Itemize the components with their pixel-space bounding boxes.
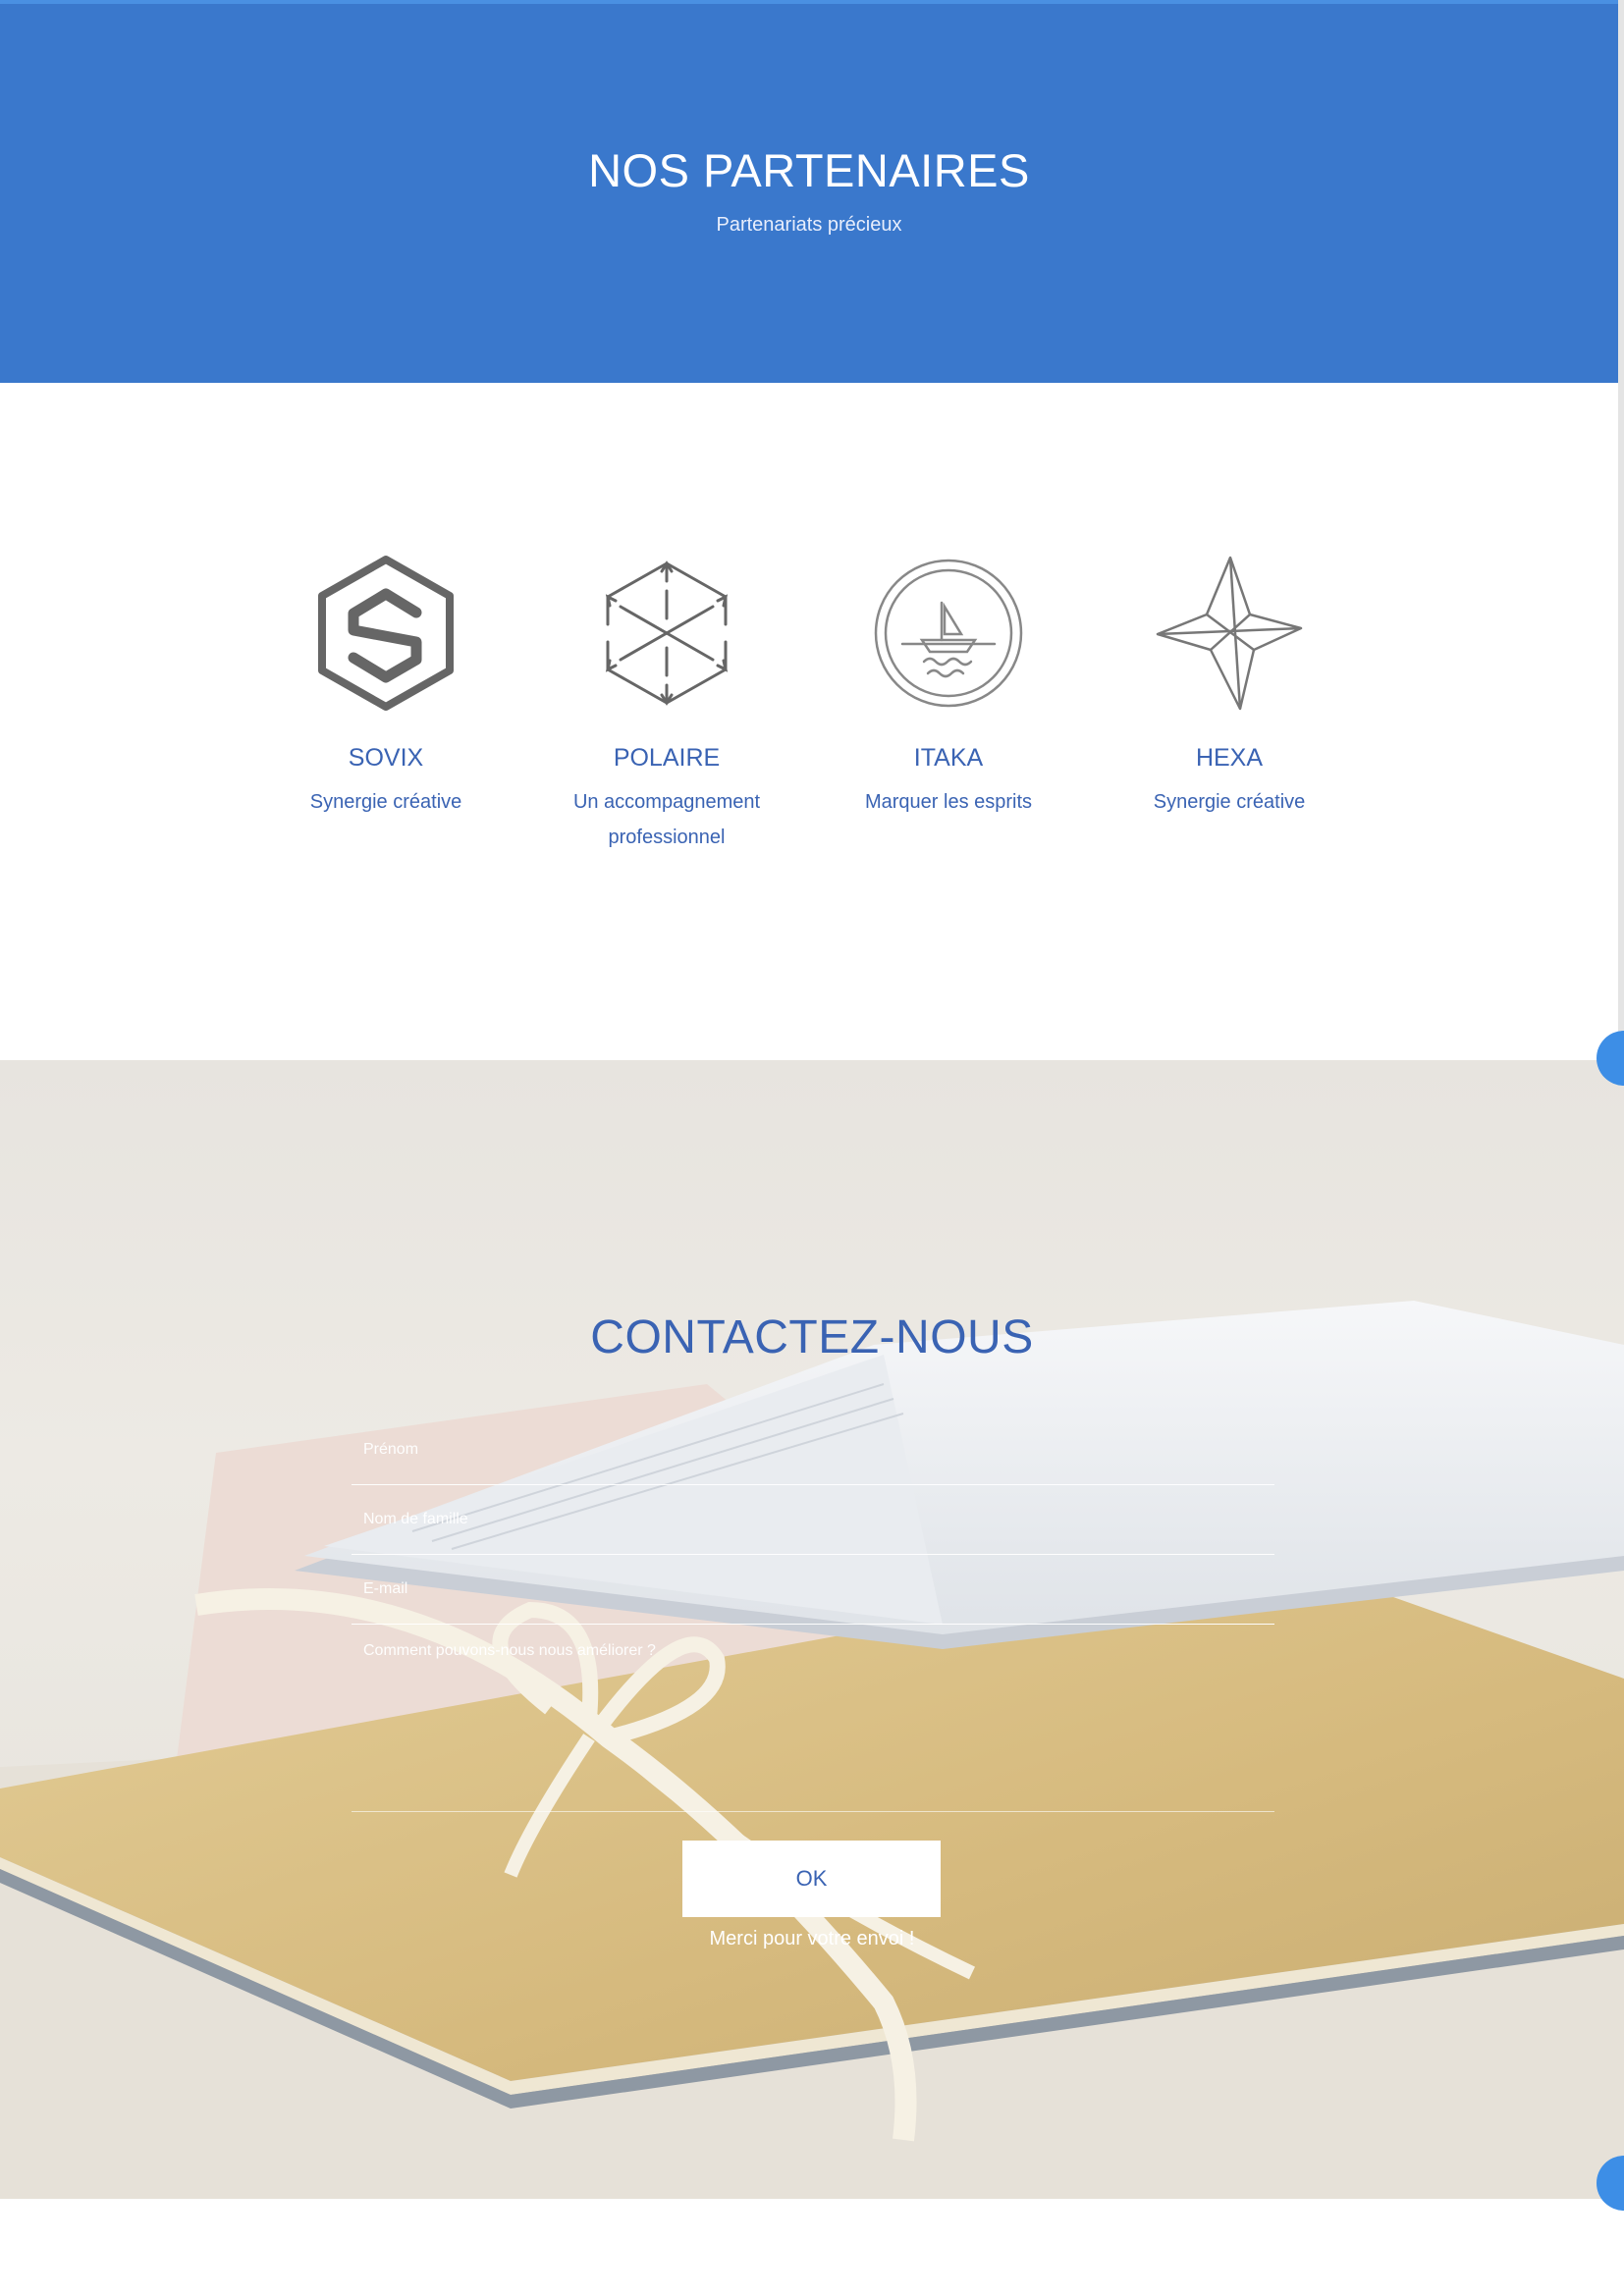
message-field[interactable] — [352, 1625, 1274, 1812]
hexa-star-logo-icon — [1156, 556, 1303, 711]
partner-name: POLAIRE — [613, 744, 721, 772]
email-input[interactable] — [352, 1555, 1274, 1624]
submit-button[interactable]: OK — [682, 1841, 941, 1917]
partner-hexa: HEXA Synergie créative — [1102, 550, 1357, 820]
sovix-hexagon-s-logo-icon — [318, 556, 454, 711]
partner-tagline: Synergie créative — [1153, 791, 1306, 813]
polaire-cube-logo-icon — [605, 561, 729, 706]
partners-section: SOVIX Synergie créative POLAIRE Un accom… — [0, 383, 1618, 1060]
partner-itaka: ITAKA Marquer les esprits — [821, 550, 1076, 820]
contact-title: CONTACTEZ-NOUS — [590, 1311, 1034, 1363]
first-name-field[interactable] — [352, 1415, 1274, 1485]
partner-tagline: Un accompagnement professionnel — [572, 791, 761, 848]
partner-name: HEXA — [1195, 744, 1264, 772]
scrollbar-track[interactable] — [1618, 0, 1624, 1060]
message-textarea[interactable] — [352, 1625, 1274, 1811]
thanks-message: Merci pour votre envoi ! — [709, 1928, 915, 1949]
partners-header: NOS PARTENAIRES Partenariats précieux — [0, 4, 1618, 383]
partner-sovix: SOVIX Synergie créative — [258, 550, 514, 820]
itaka-boat-circle-logo-icon — [874, 559, 1023, 708]
first-name-input[interactable] — [352, 1415, 1274, 1484]
last-name-field[interactable] — [352, 1485, 1274, 1555]
partner-tagline: Marquer les esprits — [864, 791, 1033, 813]
partner-polaire: POLAIRE Un accompagnement professionnel — [539, 550, 794, 855]
partner-name: ITAKA — [913, 744, 984, 772]
email-field[interactable] — [352, 1555, 1274, 1625]
last-name-input[interactable] — [352, 1485, 1274, 1554]
partners-subtitle: Partenariats précieux — [716, 214, 902, 236]
partners-title: NOS PARTENAIRES — [588, 144, 1030, 196]
partner-name: SOVIX — [348, 744, 424, 772]
partner-tagline: Synergie créative — [309, 791, 462, 813]
contact-section: CONTACTEZ-NOUS OK Merci pour votre envoi… — [0, 1060, 1624, 2199]
